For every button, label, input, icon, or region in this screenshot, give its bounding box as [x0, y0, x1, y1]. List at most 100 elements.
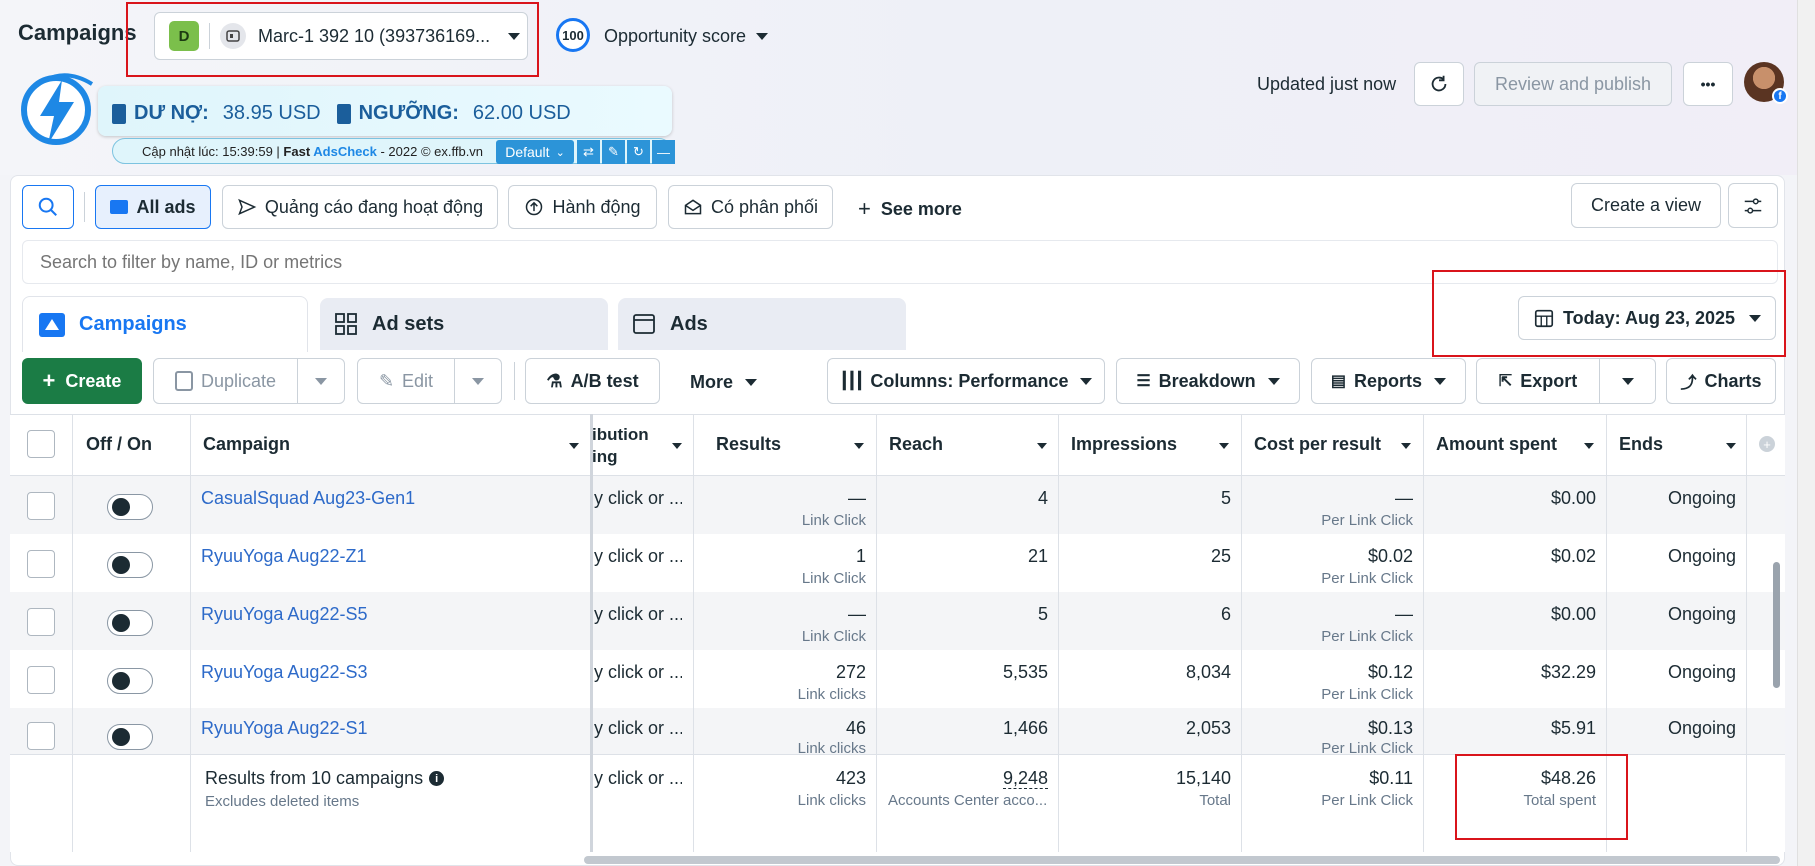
sync-icon[interactable]: ↻	[627, 140, 650, 164]
account-icon	[220, 23, 246, 49]
row-checkbox[interactable]	[27, 608, 55, 636]
campaign-name-link[interactable]: RyuuYoga Aug22-S5	[201, 604, 367, 625]
campaign-toggle[interactable]	[107, 494, 153, 520]
filter-delivery[interactable]: Có phân phối	[668, 185, 833, 229]
chevron-down-icon	[1267, 377, 1280, 385]
campaign-toggle[interactable]	[107, 610, 153, 636]
header-off-on[interactable]: Off / On	[86, 434, 152, 455]
page-scrollbar-track[interactable]	[1797, 0, 1815, 866]
ends-cell: Ongoing	[1667, 662, 1736, 682]
tab-ads[interactable]: Ads	[618, 298, 906, 350]
campaign-toggle[interactable]	[107, 552, 153, 578]
header-campaign[interactable]: Campaign	[203, 434, 290, 455]
chevron-down-icon[interactable]	[1037, 443, 1047, 449]
info-icon[interactable]: i	[429, 771, 445, 786]
columns-button[interactable]: ┃┃┃ Columns: Performance	[827, 358, 1105, 404]
date-range-label: Today: Aug 23, 2025	[1562, 307, 1736, 328]
header-reach[interactable]: Reach	[889, 434, 943, 455]
create-button[interactable]: + Create	[22, 358, 142, 404]
duplicate-dropdown[interactable]	[297, 358, 345, 404]
header-impressions[interactable]: Impressions	[1071, 434, 1177, 455]
edit-icon[interactable]: ✎	[602, 140, 625, 164]
chevron-down-icon	[1621, 377, 1634, 385]
filter-active-ads[interactable]: Quảng cáo đang hoạt động	[222, 185, 498, 229]
campaign-name-link[interactable]: RyuuYoga Aug22-S1	[201, 718, 367, 739]
header-ends[interactable]: Ends	[1619, 434, 1663, 455]
date-range-button[interactable]: Today: Aug 23, 2025	[1518, 296, 1776, 340]
amount-spent-cell: $5.91	[1550, 718, 1596, 738]
frozen-column-divider	[590, 414, 593, 852]
extension-toolbar: ⇄ ✎ ↻ —	[577, 140, 675, 164]
edit-button[interactable]: ✎ Edit	[357, 358, 455, 404]
header-attribution-1[interactable]: ibution	[592, 425, 649, 445]
export-dropdown[interactable]	[1599, 358, 1656, 404]
cost-per-result-type: Per Link Click	[1321, 686, 1413, 703]
header-attribution-2[interactable]: ing	[592, 447, 618, 467]
ab-test-button[interactable]: ⚗ A/B test	[525, 358, 660, 404]
export-icon: ⇱	[1498, 373, 1513, 390]
tab-campaigns[interactable]: Campaigns	[22, 296, 308, 352]
shuffle-icon[interactable]: ⇄	[577, 140, 600, 164]
columns-label: Columns: Performance	[870, 370, 1069, 391]
chevron-down-icon[interactable]	[1584, 443, 1594, 449]
breakdown-button[interactable]: ☰ Breakdown	[1116, 358, 1300, 404]
header-results[interactable]: Results	[716, 434, 781, 455]
campaign-name-link[interactable]: CasualSquad Aug23-Gen1	[201, 488, 415, 509]
header-cost-per-result[interactable]: Cost per result	[1254, 434, 1381, 455]
chevron-down-icon[interactable]	[1401, 443, 1411, 449]
reports-button[interactable]: ▤ Reports	[1311, 358, 1466, 404]
charts-button[interactable]: ⤴ Charts	[1666, 358, 1776, 404]
campaign-name-link[interactable]: RyuuYoga Aug22-Z1	[201, 546, 366, 567]
chevron-down-icon[interactable]	[1726, 443, 1736, 449]
search-button[interactable]	[22, 185, 74, 229]
attribution-cell: y click or ...	[594, 546, 682, 566]
horizontal-scrollbar[interactable]	[584, 856, 1780, 864]
add-column-icon[interactable]: +	[1759, 436, 1775, 452]
create-label: Create	[65, 370, 122, 391]
row-checkbox[interactable]	[27, 666, 55, 694]
chevron-down-icon[interactable]	[854, 443, 864, 449]
edit-dropdown[interactable]	[454, 358, 502, 404]
filter-all-ads[interactable]: All ads	[95, 185, 211, 229]
opportunity-score-label: Opportunity score	[604, 26, 747, 46]
campaign-name-link[interactable]: RyuuYoga Aug22-S3	[201, 662, 367, 683]
see-more-button[interactable]: + See more	[858, 196, 962, 222]
opportunity-score-dropdown[interactable]: Opportunity score	[604, 26, 769, 47]
more-button[interactable]: More	[690, 372, 758, 393]
chevron-down-icon[interactable]	[569, 443, 579, 449]
chevron-down-icon	[1749, 314, 1762, 322]
minimize-icon[interactable]: —	[652, 140, 675, 164]
campaign-toggle[interactable]	[107, 668, 153, 694]
pencil-icon: ✎	[378, 370, 395, 391]
cost-per-result-cell: —	[1395, 488, 1413, 508]
create-view-button[interactable]: Create a view	[1571, 183, 1721, 228]
row-checkbox[interactable]	[27, 722, 55, 750]
campaign-toggle[interactable]	[107, 724, 153, 750]
vertical-scrollbar[interactable]	[1773, 562, 1780, 688]
filter-actions[interactable]: Hành động	[508, 185, 657, 229]
attribution-cell: y click or ...	[594, 718, 682, 738]
export-button[interactable]: ⇱ Export	[1476, 358, 1600, 404]
select-all-checkbox[interactable]	[27, 430, 55, 458]
review-publish-button[interactable]: Review and publish	[1474, 62, 1672, 106]
row-checkbox[interactable]	[27, 492, 55, 520]
search-input[interactable]	[40, 246, 840, 278]
cost-per-result-type: Per Link Click	[1321, 628, 1413, 645]
ends-cell: Ongoing	[1667, 718, 1736, 738]
settings-button[interactable]	[1728, 183, 1778, 228]
divider	[1423, 414, 1424, 852]
tab-ad-sets[interactable]: Ad sets	[320, 298, 608, 350]
duplicate-button[interactable]: Duplicate	[153, 358, 298, 404]
summary-reach-value: 9,248	[1002, 768, 1048, 789]
more-options-button[interactable]: •••	[1683, 62, 1733, 106]
updated-status: Updated just now	[1257, 74, 1397, 94]
results-type: Link clicks	[797, 740, 866, 754]
refresh-button[interactable]	[1414, 62, 1464, 106]
chevron-down-icon[interactable]	[1219, 443, 1229, 449]
mail-icon	[684, 199, 702, 215]
row-checkbox[interactable]	[27, 550, 55, 578]
chevron-down-icon[interactable]	[672, 443, 682, 449]
account-selector[interactable]: D Marc-1 392 10 (393736169...	[154, 12, 528, 60]
profile-select[interactable]: Default ⌄	[496, 140, 574, 164]
header-amount-spent[interactable]: Amount spent	[1436, 434, 1557, 455]
